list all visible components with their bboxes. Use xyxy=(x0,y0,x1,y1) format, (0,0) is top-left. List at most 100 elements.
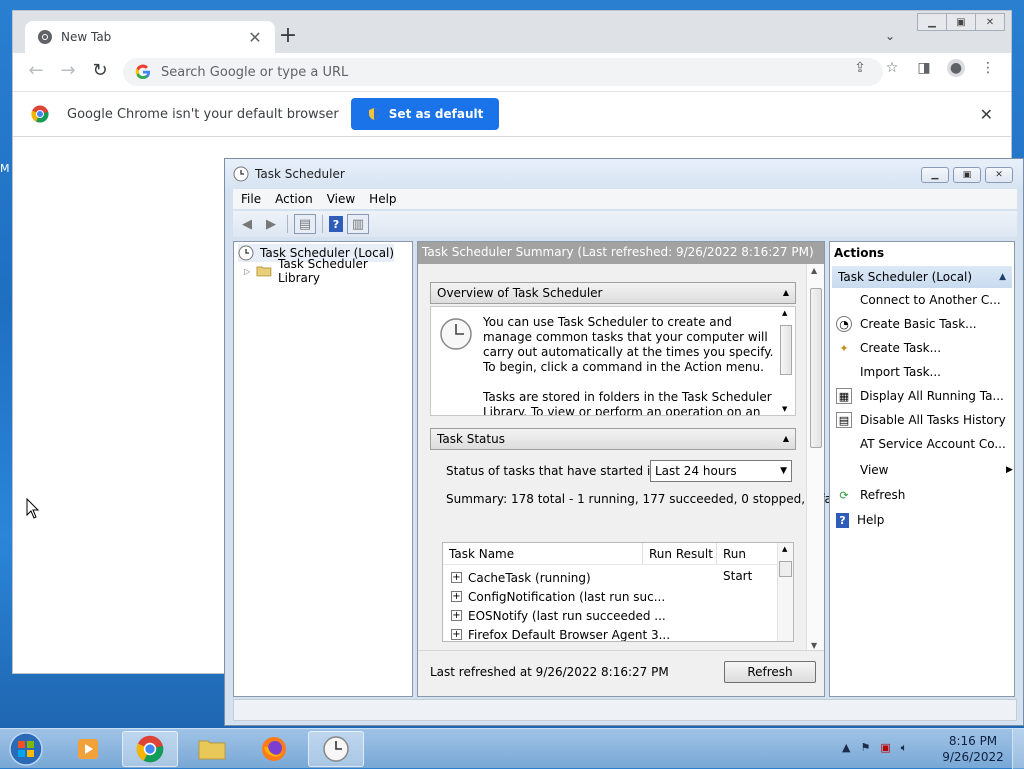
menu-view[interactable]: View xyxy=(327,192,355,206)
taskbar-chrome[interactable] xyxy=(122,731,178,767)
create-task-icon: ✦ xyxy=(839,341,849,355)
ts-titlebar: Task Scheduler ▁ ▣ ✕ xyxy=(225,159,1023,189)
reload-icon[interactable]: ↻ xyxy=(89,61,111,83)
status-period-select[interactable]: Last 24 hours ▼ xyxy=(650,460,792,482)
close-window-button[interactable]: ✕ xyxy=(985,167,1013,183)
clock-icon xyxy=(233,166,249,182)
taskbar-task-scheduler[interactable] xyxy=(308,731,364,767)
action-center-icon[interactable]: ⚑ xyxy=(860,741,870,755)
expand-icon[interactable]: + xyxy=(451,591,462,602)
action-label: Refresh xyxy=(860,488,906,502)
tab-search-icon[interactable]: ⌄ xyxy=(885,29,901,43)
media-player-icon xyxy=(78,739,98,759)
column-run-start[interactable]: Run Start xyxy=(717,543,779,583)
omnibox-input[interactable]: Search Google or type a URL xyxy=(161,65,883,80)
expand-icon[interactable]: + xyxy=(451,610,462,621)
expand-icon[interactable]: + xyxy=(451,629,462,640)
overview-section-header[interactable]: Overview of Task Scheduler ▲ xyxy=(430,282,796,304)
show-hidden-icons-icon[interactable]: ▲ xyxy=(842,741,850,755)
back-icon[interactable]: ← xyxy=(25,61,47,83)
share-icon[interactable]: ⇪ xyxy=(851,59,869,77)
action-view[interactable]: View ▶ xyxy=(836,460,1013,480)
blank-icon xyxy=(836,364,852,380)
ts-statusbar xyxy=(233,699,1017,721)
tree-item-label: Task Scheduler Library xyxy=(277,257,368,285)
action-disable-history[interactable]: ▤ Disable All Tasks History xyxy=(836,410,1006,430)
scroll-thumb[interactable] xyxy=(779,561,792,577)
action-connect[interactable]: Connect to Another C... xyxy=(836,290,1001,310)
profile-icon[interactable]: ● xyxy=(947,59,965,77)
omnibox[interactable]: Search Google or type a URL xyxy=(123,58,883,86)
set-as-default-button[interactable]: Set as default xyxy=(350,98,500,130)
action-display-running[interactable]: ▦ Display All Running Ta... xyxy=(836,386,1004,406)
show-hide-tree-icon[interactable]: ▤ xyxy=(294,214,316,234)
ts-toolbar: ◀ ▶ ▤ ? ▥ xyxy=(233,211,1017,237)
action-create-basic-task[interactable]: ◔ Create Basic Task... xyxy=(836,314,977,334)
scroll-thumb[interactable] xyxy=(780,325,792,375)
maximize-button[interactable]: ▣ xyxy=(946,13,976,31)
table-row[interactable]: + CacheTask (running) xyxy=(443,568,591,587)
minimize-button[interactable]: ▁ xyxy=(921,167,949,183)
back-icon[interactable]: ◀ xyxy=(237,214,257,234)
summary-scrollbar[interactable]: ▲ ▼ xyxy=(806,264,824,652)
plus-icon[interactable]: + xyxy=(275,25,301,49)
action-import-task[interactable]: Import Task... xyxy=(836,362,941,382)
column-run-result[interactable]: Run Result xyxy=(643,543,717,565)
start-button-icon[interactable] xyxy=(6,731,46,767)
taskbar-firefox[interactable] xyxy=(246,731,302,767)
maximize-button[interactable]: ▣ xyxy=(953,167,981,183)
collapse-icon[interactable]: ▲ xyxy=(999,266,1006,288)
table-row[interactable]: + Firefox Default Browser Agent 3... xyxy=(443,625,670,641)
forward-icon[interactable]: ▶ xyxy=(261,214,281,234)
scroll-thumb[interactable] xyxy=(810,288,822,448)
help-icon[interactable]: ? xyxy=(329,216,343,232)
table-row[interactable]: + EOSNotify (last run succeeded ... xyxy=(443,606,666,625)
last-refreshed-text: Last refreshed at 9/26/2022 8:16:27 PM xyxy=(430,665,669,679)
action-help[interactable]: ? Help xyxy=(836,510,884,530)
taskbar-clock[interactable]: 8:16 PM 9/26/2022 xyxy=(938,733,1008,765)
expand-icon[interactable]: + xyxy=(451,572,462,583)
action-label: View xyxy=(860,463,889,477)
scroll-up-icon[interactable]: ▲ xyxy=(782,545,787,553)
menu-action[interactable]: Action xyxy=(275,192,313,206)
create-basic-task-icon: ◔ xyxy=(836,316,852,332)
action-create-task[interactable]: ✦ Create Task... xyxy=(836,338,941,358)
menu-file[interactable]: File xyxy=(241,192,261,206)
chrome-titlebar: New Tab ✕ + ⌄ ▁ ▣ ✕ xyxy=(13,11,1011,53)
menu-icon[interactable]: ⋮ xyxy=(979,59,997,77)
overview-scrollbar[interactable]: ▲ ▼ xyxy=(779,309,793,413)
scroll-down-icon[interactable]: ▼ xyxy=(811,641,817,650)
sidepanel-icon[interactable]: ◨ xyxy=(915,59,933,77)
show-hide-action-pane-icon[interactable]: ▥ xyxy=(347,214,369,234)
action-refresh[interactable]: ⟳ Refresh xyxy=(836,485,905,505)
column-task-name[interactable]: Task Name xyxy=(443,543,643,565)
minimize-button[interactable]: ▁ xyxy=(917,13,947,31)
action-label: AT Service Account Co... xyxy=(860,437,1006,451)
scroll-down-icon[interactable]: ▼ xyxy=(782,405,787,413)
table-scrollbar[interactable]: ▲ xyxy=(777,543,793,641)
refresh-button[interactable]: Refresh xyxy=(724,661,816,683)
network-icon[interactable]: ▣ xyxy=(880,741,890,755)
close-window-button[interactable]: ✕ xyxy=(975,13,1005,31)
menu-help[interactable]: Help xyxy=(369,192,396,206)
collapse-icon[interactable]: ▲ xyxy=(783,283,789,303)
volume-icon[interactable]: 🔈︎ xyxy=(901,741,908,755)
taskbar-media-player[interactable] xyxy=(60,731,116,767)
forward-icon[interactable]: → xyxy=(57,61,79,83)
tree-item-library[interactable]: ▷ Task Scheduler Library xyxy=(244,257,412,285)
action-at-service[interactable]: AT Service Account Co... xyxy=(836,434,1006,454)
star-icon[interactable]: ☆ xyxy=(883,59,901,77)
close-icon[interactable]: ✕ xyxy=(247,28,263,47)
scroll-up-icon[interactable]: ▲ xyxy=(811,266,817,275)
task-name: EOSNotify (last run succeeded ... xyxy=(468,608,666,623)
close-icon[interactable]: ✕ xyxy=(980,105,993,124)
scroll-up-icon[interactable]: ▲ xyxy=(782,309,787,317)
tab-new-tab[interactable]: New Tab ✕ xyxy=(25,21,275,53)
expand-arrow-icon[interactable]: ▷ xyxy=(244,267,250,276)
actions-section-local[interactable]: Task Scheduler (Local) ▲ xyxy=(832,266,1012,288)
taskbar-explorer[interactable] xyxy=(184,731,240,767)
task-status-section-header[interactable]: Task Status ▲ xyxy=(430,428,796,450)
show-desktop-button[interactable] xyxy=(1012,729,1024,769)
collapse-icon[interactable]: ▲ xyxy=(783,429,789,449)
table-row[interactable]: + ConfigNotification (last run suc... xyxy=(443,587,665,606)
